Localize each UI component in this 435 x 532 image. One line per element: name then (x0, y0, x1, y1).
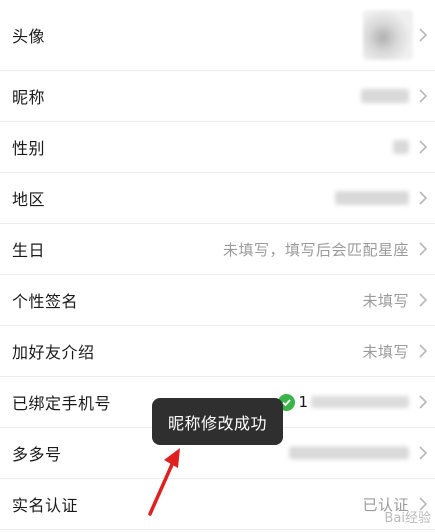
success-toast: 昵称修改成功 (152, 398, 283, 445)
chevron-right-icon (419, 89, 428, 103)
row-label: 已绑定手机号 (12, 394, 112, 413)
row-nickname[interactable]: 昵称 (0, 71, 435, 122)
profile-settings-list: 头像 昵称 性别 地区 生日 未填写，填写后会匹配星座 个性签名 未填写 加好友… (0, 0, 435, 530)
row-region[interactable]: 地区 (0, 173, 435, 224)
row-label: 多多号 (12, 445, 62, 464)
phone-number-blurred (311, 396, 409, 408)
row-label: 实名认证 (12, 496, 79, 515)
region-value-blurred (335, 191, 409, 205)
row-label: 昵称 (12, 88, 46, 107)
row-label: 头像 (12, 27, 46, 46)
phone-value: 1 (278, 393, 409, 411)
row-label: 生日 (12, 241, 46, 260)
chevron-right-icon (419, 242, 428, 256)
chevron-right-icon (419, 395, 428, 409)
red-arrow-annotation-icon (148, 448, 180, 516)
gender-value-blurred (393, 140, 409, 154)
signature-value: 未填写 (362, 291, 409, 310)
chevron-right-icon (419, 28, 428, 42)
nickname-value-blurred (361, 89, 409, 103)
row-gender[interactable]: 性别 (0, 122, 435, 173)
watermark-logo: Bai经验 (384, 511, 432, 526)
friend-intro-value: 未填写 (362, 342, 409, 361)
row-avatar[interactable]: 头像 (0, 0, 435, 71)
row-label: 性别 (12, 139, 46, 158)
row-friend-intro[interactable]: 加好友介绍 未填写 (0, 326, 435, 377)
chevron-right-icon (419, 344, 428, 358)
row-label: 地区 (12, 190, 46, 209)
chevron-right-icon (419, 140, 428, 154)
row-label: 个性签名 (12, 292, 79, 311)
birthday-value: 未填写，填写后会匹配星座 (222, 240, 409, 259)
row-real-name-auth[interactable]: 实名认证 已认证 (0, 479, 435, 530)
chevron-right-icon (419, 293, 428, 307)
row-label: 加好友介绍 (12, 343, 95, 362)
avatar (363, 10, 413, 60)
row-birthday[interactable]: 生日 未填写，填写后会匹配星座 (0, 224, 435, 275)
chevron-right-icon (419, 191, 428, 205)
phone-prefix: 1 (298, 393, 308, 411)
row-signature[interactable]: 个性签名 未填写 (0, 275, 435, 326)
chevron-right-icon (419, 446, 428, 460)
duoduo-id-blurred (289, 446, 409, 460)
